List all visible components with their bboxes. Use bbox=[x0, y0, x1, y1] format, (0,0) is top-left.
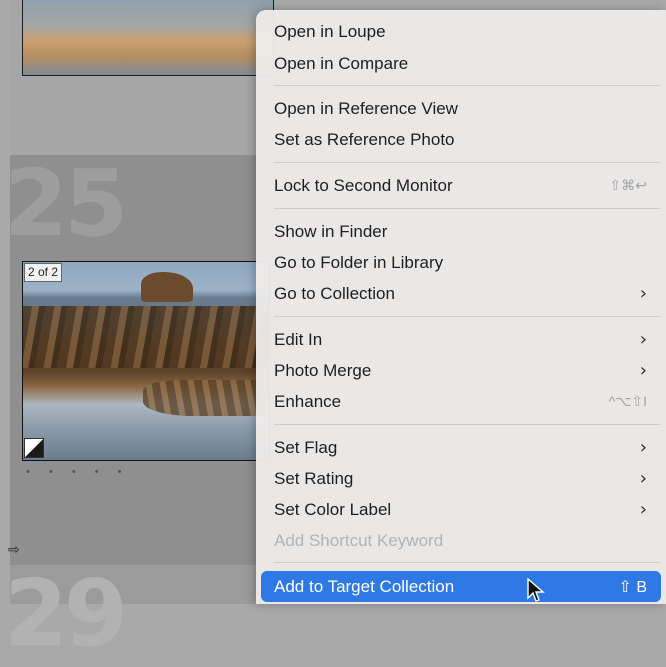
menu-item-label: Show in Finder bbox=[274, 221, 388, 241]
menu-item-add-to-target-collection[interactable]: Add to Target Collection ⇧ B bbox=[261, 571, 661, 602]
menu-item-open-in-reference-view[interactable]: Open in Reference View bbox=[261, 93, 661, 124]
menu-item-label: Set Flag bbox=[274, 437, 338, 457]
photo-thumbnail[interactable] bbox=[22, 261, 270, 461]
menu-item-label: Go to Folder in Library bbox=[274, 252, 444, 272]
shore-rocks bbox=[23, 306, 269, 368]
menu-separator bbox=[274, 208, 660, 209]
arrow-right-icon[interactable]: ⇨ bbox=[8, 541, 20, 558]
menu-item-set-rating[interactable]: Set Rating › bbox=[261, 463, 661, 494]
chevron-right-icon: › bbox=[639, 499, 647, 520]
menu-item-set-flag[interactable]: Set Flag › bbox=[261, 432, 661, 463]
menu-item-label: Lock to Second Monitor bbox=[274, 175, 453, 195]
menu-separator bbox=[274, 85, 660, 86]
context-menu: Open in Loupe Open in Compare Open in Re… bbox=[256, 10, 666, 604]
stack-badge[interactable]: 2 of 2 bbox=[24, 263, 63, 282]
chevron-right-icon: › bbox=[639, 360, 647, 381]
menu-item-set-color-label[interactable]: Set Color Label › bbox=[261, 494, 661, 525]
menu-item-add-shortcut-keyword: Add Shortcut Keyword bbox=[261, 525, 661, 556]
chevron-right-icon: › bbox=[639, 468, 647, 489]
menu-item-set-as-reference-photo[interactable]: Set as Reference Photo bbox=[261, 124, 661, 155]
keyboard-shortcut: ⇧ B bbox=[618, 578, 647, 596]
menu-item-label: Open in Reference View bbox=[274, 98, 458, 118]
menu-item-label: Add to Target Collection bbox=[274, 576, 455, 596]
cell-index-number-2: 29 bbox=[4, 560, 128, 667]
thumbnail-top[interactable] bbox=[22, 0, 274, 76]
menu-item-label: Edit In bbox=[274, 329, 323, 349]
menu-item-edit-in[interactable]: Edit In › bbox=[261, 324, 661, 355]
rock-formation bbox=[141, 272, 193, 302]
chevron-right-icon: › bbox=[639, 437, 647, 458]
cell-index-number: 25 bbox=[4, 150, 128, 257]
menu-item-open-in-loupe[interactable]: Open in Loupe bbox=[261, 16, 661, 47]
chevron-right-icon: › bbox=[639, 283, 647, 304]
menu-item-open-in-compare[interactable]: Open in Compare bbox=[261, 48, 661, 79]
chevron-right-icon: › bbox=[639, 329, 647, 350]
menu-item-label: Set as Reference Photo bbox=[274, 129, 455, 149]
menu-item-photo-merge[interactable]: Photo Merge › bbox=[261, 355, 661, 386]
menu-item-label: Add Shortcut Keyword bbox=[274, 530, 444, 550]
rating-dots[interactable]: • • • • • bbox=[26, 466, 129, 478]
menu-item-show-in-finder[interactable]: Show in Finder bbox=[261, 216, 661, 247]
menu-item-label: Photo Merge bbox=[274, 360, 372, 380]
menu-item-label: Set Rating bbox=[274, 468, 354, 488]
menu-item-lock-to-second-monitor[interactable]: Lock to Second Monitor ⇧⌘↩ bbox=[261, 170, 661, 201]
menu-item-enhance[interactable]: Enhance ^⌥⇧I bbox=[261, 386, 661, 417]
foreground-rocks bbox=[143, 380, 269, 416]
menu-item-label: Go to Collection bbox=[274, 283, 395, 303]
keyboard-shortcut: ⇧⌘↩ bbox=[609, 177, 647, 193]
menu-separator bbox=[274, 562, 660, 563]
menu-item-label: Set Color Label bbox=[274, 499, 392, 519]
mouse-pointer-icon bbox=[527, 578, 545, 602]
menu-separator bbox=[274, 316, 660, 317]
menu-item-label: Open in Compare bbox=[274, 53, 409, 73]
menu-item-go-to-collection[interactable]: Go to Collection › bbox=[261, 278, 661, 309]
keyboard-shortcut: ^⌥⇧I bbox=[608, 393, 647, 409]
menu-separator bbox=[274, 162, 660, 163]
menu-item-label: Open in Loupe bbox=[274, 21, 386, 41]
menu-item-go-to-folder-in-library[interactable]: Go to Folder in Library bbox=[261, 247, 661, 278]
menu-separator bbox=[274, 424, 660, 425]
page-corner-icon bbox=[24, 438, 44, 458]
menu-item-label: Enhance bbox=[274, 391, 342, 411]
